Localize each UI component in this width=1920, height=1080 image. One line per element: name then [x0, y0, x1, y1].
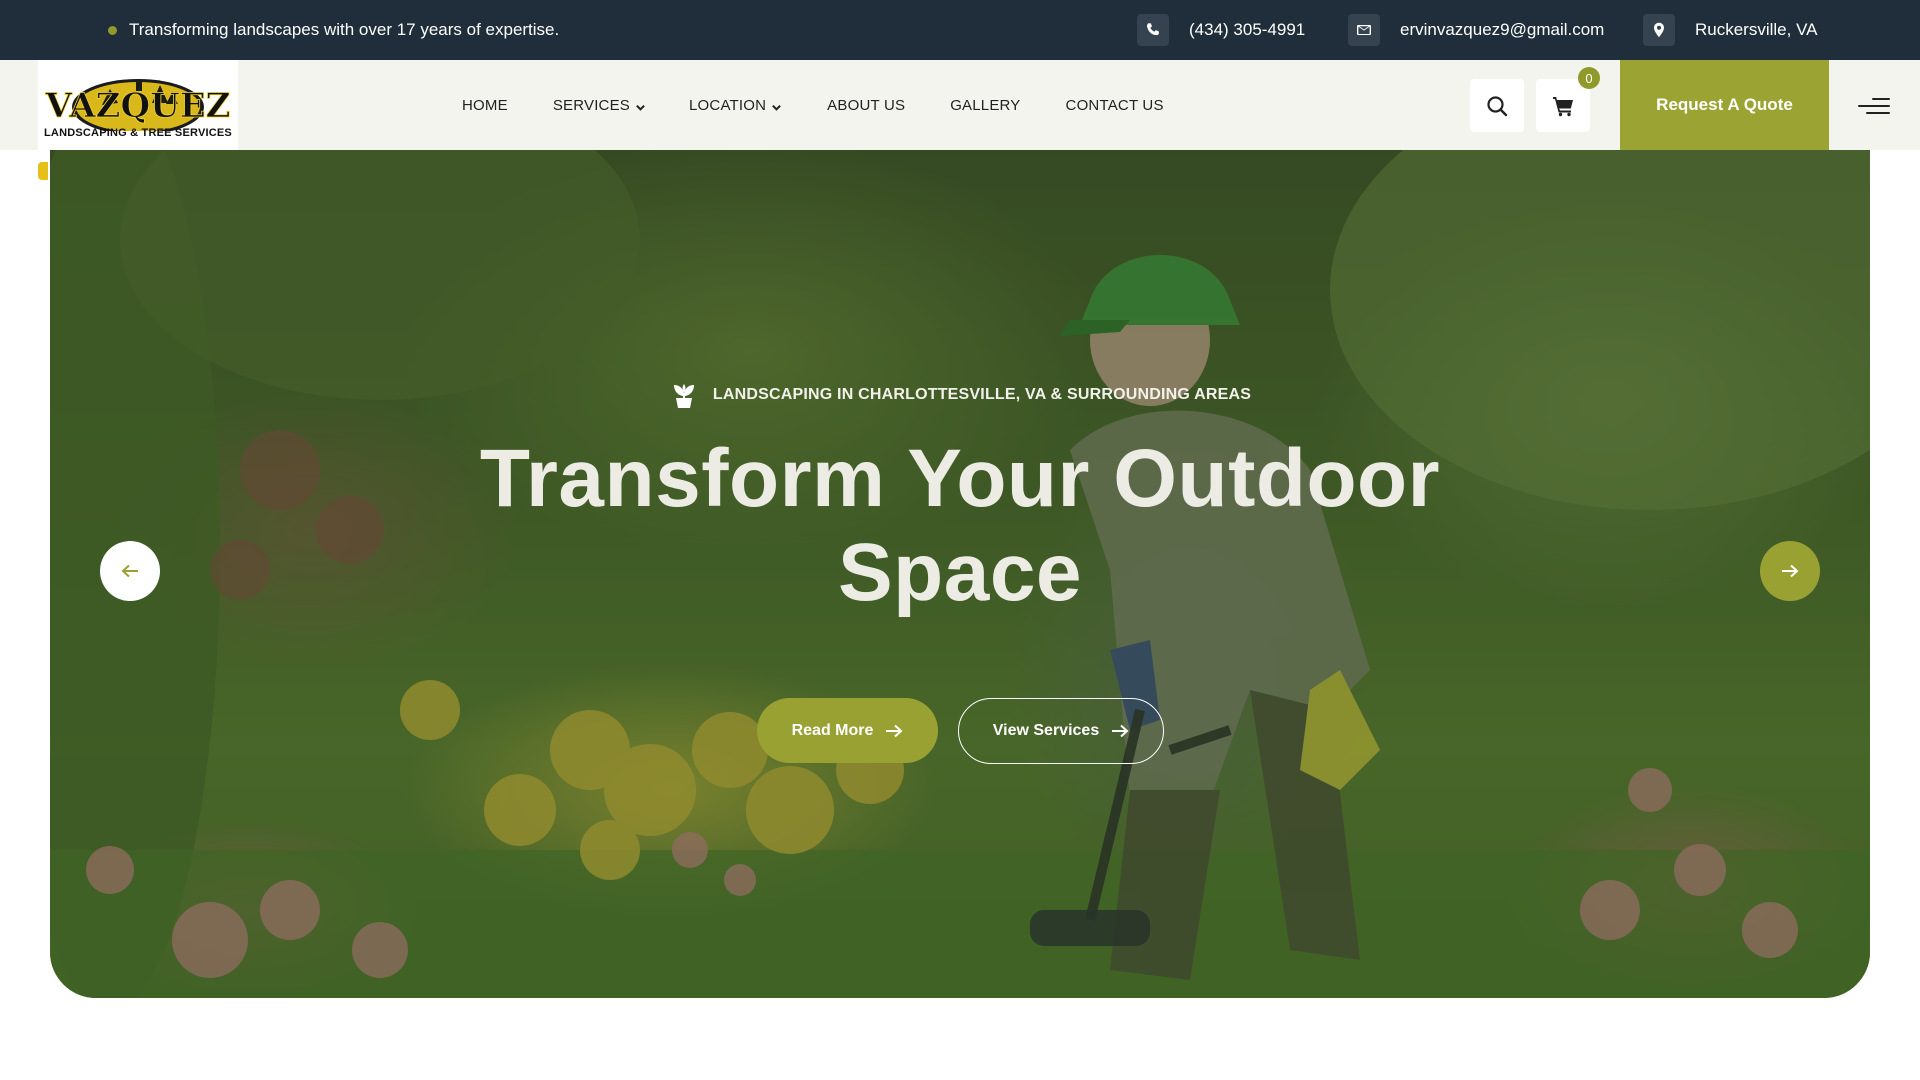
eyebrow-text: LANDSCAPING IN CHARLOTTESVILLE, VA & SUR… [712, 386, 1252, 403]
search-button[interactable] [1470, 79, 1524, 132]
nav-about[interactable]: ABOUT US [827, 97, 905, 114]
nav-location-label: LOCATION [689, 96, 767, 114]
view-services-button[interactable]: View Services [958, 698, 1164, 764]
request-quote-button[interactable]: Request A Quote [1620, 60, 1829, 150]
view-services-label: View Services [992, 722, 1100, 739]
contact-email[interactable]: ervinvazquez9@gmail.com [1348, 0, 1604, 60]
brand-logo[interactable]: VAZQUEZ LANDSCAPING & TREE SERVICES [38, 60, 238, 150]
bullet-dot [108, 25, 117, 35]
headline-line-2: Space [837, 527, 1083, 618]
top-tagline: Transforming landscapes with over 17 yea… [108, 0, 559, 60]
cart-count-badge: 0 [1578, 67, 1600, 89]
slider-prev-button[interactable] [100, 541, 160, 601]
nav-gallery[interactable]: GALLERY [950, 97, 1020, 114]
nav-contact[interactable]: CONTACT US [1066, 97, 1164, 114]
arrow-right-icon [886, 724, 903, 737]
read-more-label: Read More [791, 721, 874, 739]
arrow-left-icon [121, 564, 138, 578]
svg-text:VAZQUEZ: VAZQUEZ [45, 86, 231, 126]
hero-headline: Transform Your Outdoor Space [50, 432, 1870, 620]
hero-eyebrow: LANDSCAPING IN CHARLOTTESVILLE, VA & SUR… [50, 380, 1870, 410]
contact-phone[interactable]: (434) 305-4991 [1137, 0, 1305, 60]
headline-line-1: Transform Your Outdoor [479, 433, 1441, 524]
nav-services[interactable]: SERVICES [553, 97, 646, 114]
cart-icon [1553, 96, 1573, 116]
top-bar: Transforming landscapes with over 17 yea… [0, 0, 1920, 60]
location-text: Ruckersville, VA [1695, 20, 1818, 39]
nav-gallery-label: GALLERY [950, 96, 1021, 114]
nav-contact-label: CONTACT US [1065, 96, 1164, 114]
nav-about-label: ABOUT US [827, 96, 906, 114]
chevron-down-icon [771, 100, 782, 111]
email-text: ervinvazquez9@gmail.com [1400, 20, 1605, 39]
chevron-down-icon [635, 100, 646, 111]
search-icon [1487, 95, 1508, 116]
nav-services-label: SERVICES [552, 96, 630, 114]
hero-slider: LANDSCAPING IN CHARLOTTESVILLE, VA & SUR… [50, 150, 1870, 998]
logo-subtitle: LANDSCAPING & TREE SERVICES [44, 127, 232, 139]
main-nav: HOME SERVICES LOCATION ABOUT US GALLERY … [462, 60, 1209, 150]
contact-location[interactable]: Ruckersville, VA [1643, 0, 1818, 60]
map-pin-icon [1643, 14, 1675, 46]
read-more-button[interactable]: Read More [757, 698, 938, 763]
nav-home[interactable]: HOME [462, 97, 508, 114]
phone-text: (434) 305-4991 [1189, 20, 1306, 39]
arrow-right-icon [1782, 564, 1799, 578]
tagline-text: Transforming landscapes with over 17 yea… [129, 20, 560, 39]
menu-icon[interactable] [1858, 96, 1890, 116]
plant-icon [673, 384, 694, 408]
arrow-right-icon [1112, 724, 1129, 738]
nav-home-label: HOME [462, 96, 508, 114]
side-chip [38, 162, 48, 180]
phone-icon [1137, 14, 1169, 46]
slider-next-button[interactable] [1760, 541, 1820, 601]
logo-emblem: VAZQUEZ [44, 79, 231, 131]
nav-location[interactable]: LOCATION [689, 97, 782, 114]
envelope-icon [1348, 14, 1380, 46]
